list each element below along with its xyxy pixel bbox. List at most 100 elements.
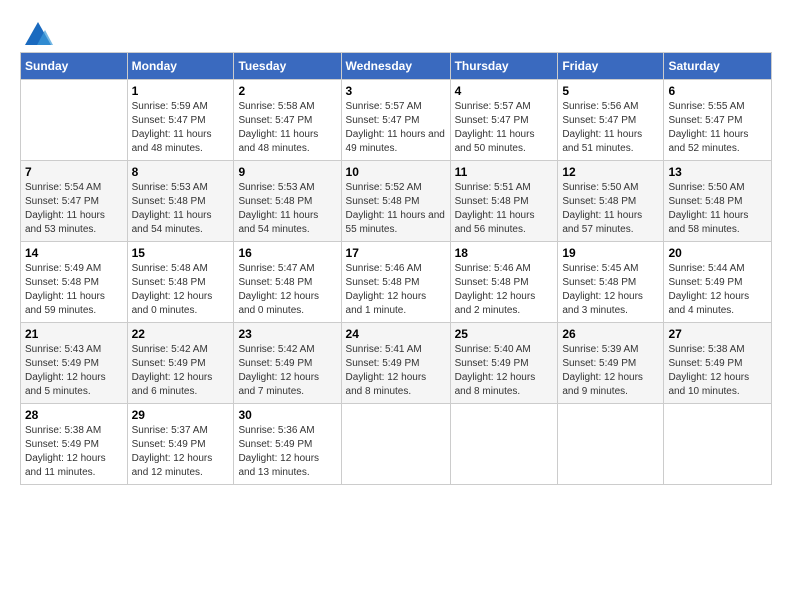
day-number: 9 [238,165,336,179]
day-number: 4 [455,84,554,98]
calendar-cell: 23 Sunrise: 5:42 AMSunset: 5:49 PMDayligh… [234,323,341,404]
calendar-cell: 11 Sunrise: 5:51 AMSunset: 5:48 PMDayligh… [450,161,558,242]
calendar-cell: 26 Sunrise: 5:39 AMSunset: 5:49 PMDayligh… [558,323,664,404]
day-number: 18 [455,246,554,260]
day-info: Sunrise: 5:51 AMSunset: 5:48 PMDaylight:… [455,181,554,237]
day-info: Sunrise: 5:53 AMSunset: 5:48 PMDaylight:… [238,181,336,237]
calendar-cell: 7 Sunrise: 5:54 AMSunset: 5:47 PMDaylight… [21,161,128,242]
calendar-cell: 1Sunrise: 5:59 AMSunset: 5:47 PMDaylight… [127,80,234,161]
calendar-cell: 21Sunrise: 5:43 AMSunset: 5:49 PMDayligh… [21,323,128,404]
calendar-cell [450,404,558,485]
day-number: 8 [132,165,230,179]
day-info: Sunrise: 5:53 AMSunset: 5:48 PMDaylight:… [132,181,230,237]
day-info: Sunrise: 5:57 AMSunset: 5:47 PMDaylight:… [455,100,554,156]
day-number: 13 [668,165,767,179]
calendar-cell: 16 Sunrise: 5:47 AMSunset: 5:48 PMDayligh… [234,242,341,323]
day-number: 22 [132,327,230,341]
calendar-table: SundayMondayTuesdayWednesdayThursdayFrid… [20,52,772,485]
day-info: Sunrise: 5:46 AMSunset: 5:48 PMDaylight:… [455,262,554,318]
calendar-week-row: 7 Sunrise: 5:54 AMSunset: 5:47 PMDaylight… [21,161,772,242]
day-header: Saturday [664,53,772,80]
day-number: 10 [346,165,446,179]
day-number: 11 [455,165,554,179]
day-info: Sunrise: 5:38 AMSunset: 5:49 PMDaylight:… [25,424,123,480]
calendar-cell: 8 Sunrise: 5:53 AMSunset: 5:48 PMDaylight… [127,161,234,242]
day-info: Sunrise: 5:50 AMSunset: 5:48 PMDaylight:… [562,181,659,237]
day-header: Thursday [450,53,558,80]
day-info: Sunrise: 5:46 AMSunset: 5:48 PMDaylight:… [346,262,446,318]
day-number: 26 [562,327,659,341]
day-info: Sunrise: 5:42 AMSunset: 5:49 PMDaylight:… [132,343,230,399]
day-number: 23 [238,327,336,341]
calendar-cell: 17 Sunrise: 5:46 AMSunset: 5:48 PMDayligh… [341,242,450,323]
day-info: Sunrise: 5:58 AMSunset: 5:47 PMDaylight:… [238,100,336,156]
calendar-cell: 18 Sunrise: 5:46 AMSunset: 5:48 PMDayligh… [450,242,558,323]
calendar-cell [664,404,772,485]
day-info: Sunrise: 5:48 AMSunset: 5:48 PMDaylight:… [132,262,230,318]
day-number: 16 [238,246,336,260]
day-info: Sunrise: 5:54 AMSunset: 5:47 PMDaylight:… [25,181,123,237]
calendar-week-row: 28 Sunrise: 5:38 AMSunset: 5:49 PMDayligh… [21,404,772,485]
header [20,20,772,42]
day-number: 17 [346,246,446,260]
day-info: Sunrise: 5:52 AMSunset: 5:48 PMDaylight:… [346,181,446,237]
day-info: Sunrise: 5:49 AMSunset: 5:48 PMDaylight:… [25,262,123,318]
logo [20,20,53,42]
day-info: Sunrise: 5:44 AMSunset: 5:49 PMDaylight:… [668,262,767,318]
day-number: 21 [25,327,123,341]
calendar-cell: 9 Sunrise: 5:53 AMSunset: 5:48 PMDaylight… [234,161,341,242]
calendar-cell: 4 Sunrise: 5:57 AMSunset: 5:47 PMDaylight… [450,80,558,161]
day-info: Sunrise: 5:36 AMSunset: 5:49 PMDaylight:… [238,424,336,480]
calendar-cell: 30 Sunrise: 5:36 AMSunset: 5:49 PMDayligh… [234,404,341,485]
day-number: 1 [132,84,230,98]
day-number: 27 [668,327,767,341]
day-header: Tuesday [234,53,341,80]
calendar-cell: 25 Sunrise: 5:40 AMSunset: 5:49 PMDayligh… [450,323,558,404]
day-info: Sunrise: 5:41 AMSunset: 5:49 PMDaylight:… [346,343,446,399]
calendar-cell: 2Sunrise: 5:58 AMSunset: 5:47 PMDaylight… [234,80,341,161]
calendar-cell [21,80,128,161]
day-number: 6 [668,84,767,98]
calendar-cell: 20Sunrise: 5:44 AMSunset: 5:49 PMDayligh… [664,242,772,323]
day-info: Sunrise: 5:38 AMSunset: 5:49 PMDaylight:… [668,343,767,399]
calendar-cell: 24 Sunrise: 5:41 AMSunset: 5:49 PMDayligh… [341,323,450,404]
day-header: Sunday [21,53,128,80]
day-number: 3 [346,84,446,98]
calendar-cell [558,404,664,485]
day-header: Monday [127,53,234,80]
day-info: Sunrise: 5:50 AMSunset: 5:48 PMDaylight:… [668,181,767,237]
day-number: 30 [238,408,336,422]
day-number: 19 [562,246,659,260]
calendar-week-row: 21Sunrise: 5:43 AMSunset: 5:49 PMDayligh… [21,323,772,404]
calendar-body: 1Sunrise: 5:59 AMSunset: 5:47 PMDaylight… [21,80,772,485]
calendar-cell: 27 Sunrise: 5:38 AMSunset: 5:49 PMDayligh… [664,323,772,404]
calendar-cell [341,404,450,485]
day-number: 14 [25,246,123,260]
calendar-cell: 3 Sunrise: 5:57 AMSunset: 5:47 PMDaylight… [341,80,450,161]
day-number: 28 [25,408,123,422]
calendar-header-row: SundayMondayTuesdayWednesdayThursdayFrid… [21,53,772,80]
calendar-cell: 13 Sunrise: 5:50 AMSunset: 5:48 PMDayligh… [664,161,772,242]
day-info: Sunrise: 5:57 AMSunset: 5:47 PMDaylight:… [346,100,446,156]
day-number: 24 [346,327,446,341]
calendar-cell: 15Sunrise: 5:48 AMSunset: 5:48 PMDayligh… [127,242,234,323]
calendar-cell: 29Sunrise: 5:37 AMSunset: 5:49 PMDayligh… [127,404,234,485]
calendar-cell: 10 Sunrise: 5:52 AMSunset: 5:48 PMDayligh… [341,161,450,242]
day-info: Sunrise: 5:39 AMSunset: 5:49 PMDaylight:… [562,343,659,399]
day-info: Sunrise: 5:47 AMSunset: 5:48 PMDaylight:… [238,262,336,318]
day-info: Sunrise: 5:45 AMSunset: 5:48 PMDaylight:… [562,262,659,318]
day-info: Sunrise: 5:40 AMSunset: 5:49 PMDaylight:… [455,343,554,399]
day-number: 7 [25,165,123,179]
logo-icon [23,20,53,50]
day-info: Sunrise: 5:37 AMSunset: 5:49 PMDaylight:… [132,424,230,480]
calendar-cell: 12 Sunrise: 5:50 AMSunset: 5:48 PMDayligh… [558,161,664,242]
day-info: Sunrise: 5:55 AMSunset: 5:47 PMDaylight:… [668,100,767,156]
calendar-cell: 19 Sunrise: 5:45 AMSunset: 5:48 PMDayligh… [558,242,664,323]
calendar-cell: 14 Sunrise: 5:49 AMSunset: 5:48 PMDayligh… [21,242,128,323]
calendar-cell: 5Sunrise: 5:56 AMSunset: 5:47 PMDaylight… [558,80,664,161]
day-header: Friday [558,53,664,80]
day-number: 12 [562,165,659,179]
calendar-week-row: 14 Sunrise: 5:49 AMSunset: 5:48 PMDayligh… [21,242,772,323]
day-number: 25 [455,327,554,341]
day-info: Sunrise: 5:42 AMSunset: 5:49 PMDaylight:… [238,343,336,399]
